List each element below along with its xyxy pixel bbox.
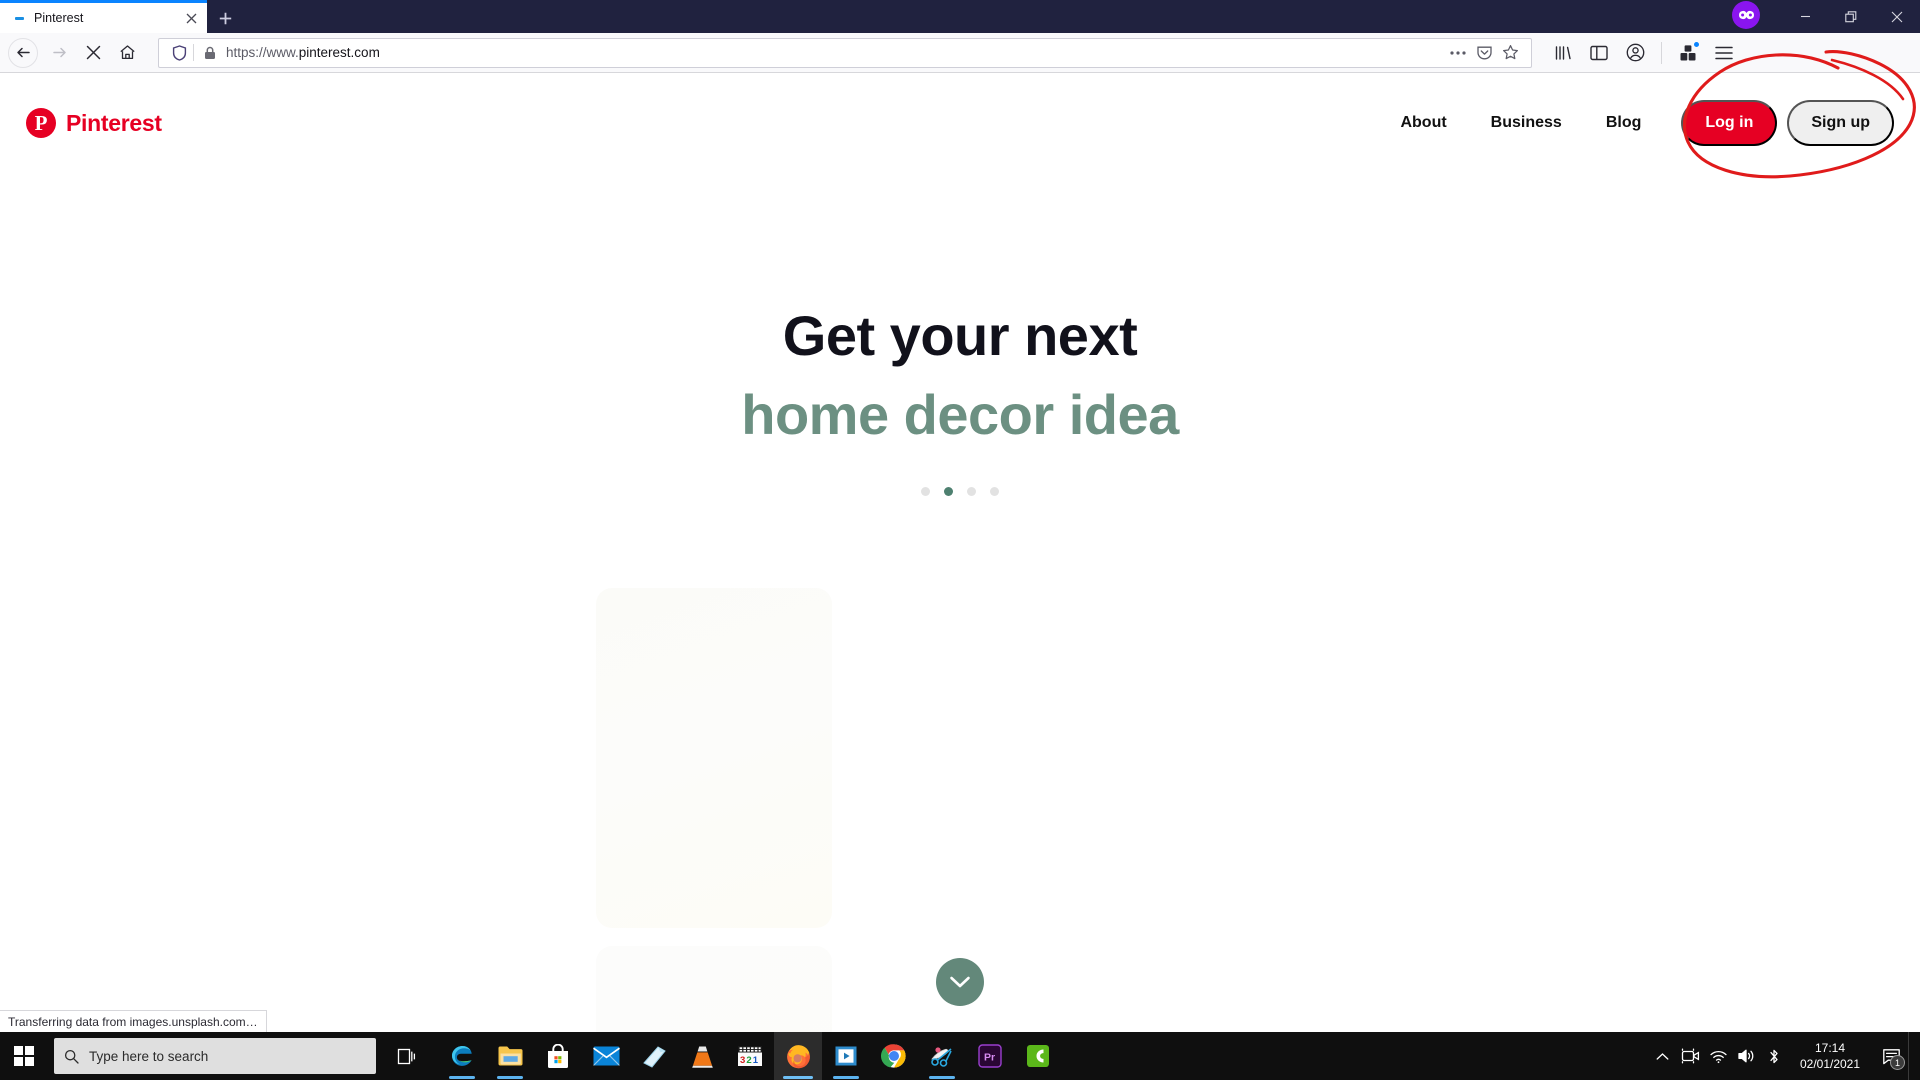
carousel-dot[interactable] [990, 487, 999, 496]
show-desktop-button[interactable] [1908, 1032, 1916, 1080]
close-icon[interactable] [181, 8, 201, 28]
close-icon[interactable] [1874, 0, 1920, 33]
firefox-window: Pinterest https://www.pinterest.com P Pi… [0, 0, 1920, 1032]
svg-text:2: 2 [746, 1055, 751, 1066]
star-icon[interactable] [1497, 40, 1523, 66]
private-mask-icon[interactable] [1732, 1, 1760, 29]
carousel-dot[interactable] [921, 487, 930, 496]
windows-start-icon[interactable] [0, 1032, 48, 1080]
login-button[interactable]: Log in [1681, 100, 1778, 146]
taskbar-app-mail[interactable] [582, 1032, 630, 1080]
url-scheme: https://www. [226, 45, 299, 60]
back-arrow-icon[interactable] [8, 37, 38, 68]
image-placeholder[interactable] [596, 588, 832, 928]
notification-count-badge: 1 [1890, 1055, 1905, 1070]
notification-center-icon[interactable]: 1 [1874, 1032, 1908, 1080]
pinterest-favicon [12, 11, 26, 25]
browser-tab[interactable]: Pinterest [0, 3, 207, 33]
status-text: Transferring data from images.unsplash.c… [8, 1014, 258, 1029]
taskbar-app-movies-tv[interactable] [822, 1032, 870, 1080]
hamburger-menu-icon[interactable] [1707, 37, 1741, 69]
brand-wordmark: Pinterest [66, 109, 162, 136]
pocket-icon[interactable] [1471, 40, 1497, 66]
signup-button[interactable]: Sign up [1787, 100, 1894, 146]
taskbar-app-snip-sketch[interactable] [918, 1032, 966, 1080]
extension-badge [1693, 40, 1700, 48]
taskbar-app-chrome[interactable] [870, 1032, 918, 1080]
carousel-dots [0, 487, 1920, 496]
carousel-dot[interactable] [967, 487, 976, 496]
search-icon [64, 1049, 79, 1064]
pinterest-p-icon: P [26, 108, 56, 138]
hero-headline-line1: Get your next [782, 304, 1138, 367]
chevron-up-icon[interactable] [1648, 1032, 1676, 1080]
taskbar-app-premiere-pro[interactable]: Pr [966, 1032, 1014, 1080]
taskbar-app-camtasia[interactable] [1014, 1032, 1062, 1080]
ellipsis-icon[interactable] [1445, 40, 1471, 66]
taskbar-app-sticky-notes[interactable] [630, 1032, 678, 1080]
padlock-icon[interactable] [200, 46, 220, 60]
status-bar: Transferring data from images.unsplash.c… [0, 1010, 267, 1032]
toolbar-divider [1661, 41, 1662, 64]
tab-title: Pinterest [34, 11, 84, 25]
stop-x-icon[interactable] [76, 37, 110, 69]
url-host: pinterest.com [298, 45, 380, 60]
search-placeholder: Type here to search [89, 1048, 209, 1064]
minimize-icon[interactable] [1782, 0, 1828, 33]
screen: Pinterest https://www.pinterest.com P Pi… [0, 0, 1920, 1080]
pinterest-header: P Pinterest About Business Blog Log in S… [0, 73, 1920, 173]
taskbar-clock[interactable]: 17:14 02/01/2021 [1788, 1040, 1874, 1072]
scroll-down-button[interactable] [936, 958, 984, 1006]
site-navigation: About Business Blog Log in Sign up [1378, 100, 1894, 146]
url-bar[interactable]: https://www.pinterest.com [158, 37, 1532, 68]
web-content: P Pinterest About Business Blog Log in S… [0, 73, 1920, 1032]
nav-link-blog[interactable]: Blog [1584, 104, 1664, 142]
system-tray: 17:14 02/01/2021 1 [1648, 1032, 1920, 1080]
extension-puzzle-icon[interactable] [1671, 37, 1705, 69]
restore-icon[interactable] [1828, 0, 1874, 33]
navigation-toolbar: https://www.pinterest.com [0, 33, 1920, 73]
clock-time: 17:14 [1814, 1040, 1846, 1055]
task-view-icon[interactable] [382, 1032, 430, 1080]
hero-headline-line2: home decor idea [741, 383, 1179, 446]
toolbar-right-group [1546, 37, 1741, 69]
wifi-icon[interactable] [1704, 1032, 1732, 1080]
svg-text:1: 1 [753, 1055, 759, 1066]
image-placeholder[interactable] [596, 946, 832, 1032]
tracking-protection-shield-icon[interactable] [167, 44, 191, 61]
titlebar-right [1732, 0, 1920, 33]
sidebar-icon[interactable] [1582, 37, 1616, 69]
taskbar-apps: 3 2 1 Pr [438, 1032, 1062, 1080]
library-icon[interactable] [1546, 37, 1580, 69]
taskbar-search-box[interactable]: Type here to search [54, 1038, 376, 1074]
speaker-icon[interactable] [1732, 1032, 1760, 1080]
taskbar-app-microsoft-store[interactable] [534, 1032, 582, 1080]
forward-arrow-icon [42, 37, 76, 69]
clock-date: 02/01/2021 [1799, 1057, 1861, 1071]
urlbar-divider [193, 44, 194, 61]
home-icon[interactable] [110, 37, 144, 69]
tab-strip: Pinterest [0, 0, 1920, 33]
taskbar-app-file-explorer[interactable] [486, 1032, 534, 1080]
svg-text:Pr: Pr [984, 1052, 995, 1064]
pinterest-logo[interactable]: P Pinterest [26, 108, 162, 138]
account-circle-icon[interactable] [1618, 37, 1652, 69]
taskbar-app-media-player-classic[interactable]: 3 2 1 [726, 1032, 774, 1080]
windows-taskbar: Type here to search 3 2 1 Pr 17:14 02/01… [0, 1032, 1920, 1080]
taskbar-app-firefox[interactable] [774, 1032, 822, 1080]
bluetooth-icon[interactable] [1760, 1032, 1788, 1080]
hero-section: Get your next home decor idea [0, 303, 1920, 496]
taskbar-app-edge[interactable] [438, 1032, 486, 1080]
nav-link-business[interactable]: Business [1469, 104, 1584, 142]
nav-link-about[interactable]: About [1378, 104, 1468, 142]
url-text[interactable]: https://www.pinterest.com [220, 45, 1445, 60]
svg-text:3: 3 [740, 1055, 745, 1066]
new-tab-button[interactable] [207, 3, 243, 33]
screen-recorder-icon[interactable] [1676, 1032, 1704, 1080]
carousel-dot-active[interactable] [944, 487, 953, 496]
taskbar-app-vlc[interactable] [678, 1032, 726, 1080]
